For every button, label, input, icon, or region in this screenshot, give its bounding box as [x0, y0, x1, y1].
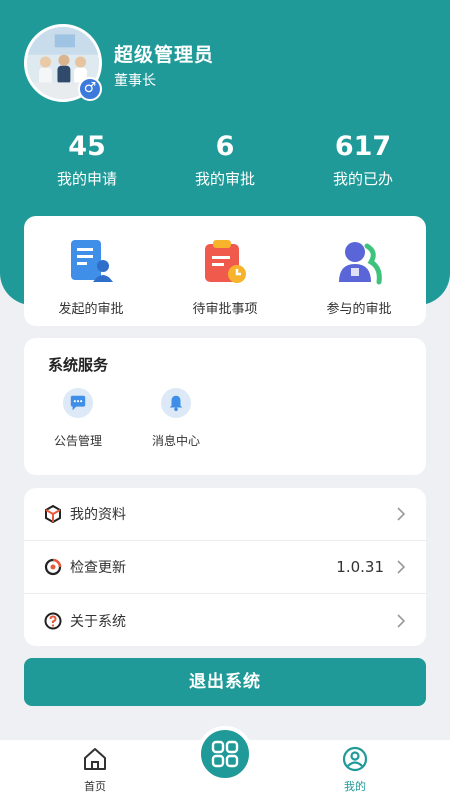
- bell-icon: [161, 388, 191, 418]
- stat-my-applications[interactable]: 45 我的申请: [27, 130, 147, 189]
- section-title: 系统服务: [48, 356, 109, 374]
- service-announcements[interactable]: 公告管理: [38, 388, 118, 449]
- stat-label: 我的申请: [56, 170, 117, 188]
- stat-my-approvals[interactable]: 6 我的审批: [165, 130, 285, 189]
- logout-button[interactable]: 退出系统: [24, 658, 426, 706]
- tab-label: 首页: [84, 780, 106, 793]
- quick-action-pending[interactable]: 待审批事项: [165, 238, 285, 326]
- document-user-icon: [67, 238, 115, 286]
- stats-row: 45 我的申请 6 我的审批 617 我的已办: [0, 130, 450, 189]
- stat-value: 6: [215, 131, 235, 162]
- tab-label: 我的: [344, 780, 366, 793]
- quick-action-label: 发起的审批: [58, 302, 124, 317]
- clipboard-clock-icon: [201, 238, 249, 286]
- question-icon: [44, 612, 62, 630]
- service-label: 公告管理: [53, 434, 102, 448]
- stat-my-done[interactable]: 617 我的已办: [303, 130, 423, 189]
- system-services-card: 系统服务 公告管理 消息中心: [24, 338, 426, 475]
- menu-label: 我的资料: [70, 507, 126, 523]
- menu-item-check-update[interactable]: 检查更新 1.0.31: [24, 541, 426, 594]
- quick-action-participated[interactable]: 参与的审批: [299, 238, 419, 326]
- version-number: 1.0.31: [336, 558, 384, 576]
- stat-label: 我的审批: [194, 170, 255, 188]
- menu-label: 检查更新: [70, 560, 126, 576]
- male-gender-icon: ♂: [78, 77, 102, 101]
- chevron-right-icon: [396, 506, 406, 522]
- stat-value: 45: [68, 131, 106, 162]
- grid-icon: [211, 740, 239, 768]
- quick-action-label: 参与的审批: [326, 302, 392, 317]
- quick-action-initiated[interactable]: 发起的审批: [31, 238, 151, 326]
- menu-label: 关于系统: [70, 613, 126, 630]
- refresh-icon: [44, 558, 62, 576]
- tab-mine[interactable]: 我的: [325, 746, 385, 794]
- quick-action-label: 待审批事项: [192, 302, 258, 317]
- settings-menu: 我的资料 检查更新 1.0.31 关于系统: [24, 488, 426, 646]
- stat-label: 我的已办: [332, 170, 393, 188]
- service-label: 消息中心: [151, 434, 200, 448]
- chat-bubble-icon: [63, 388, 93, 418]
- service-message-center[interactable]: 消息中心: [136, 388, 216, 449]
- grid-menu-button[interactable]: [197, 726, 253, 782]
- menu-item-about-system[interactable]: 关于系统: [24, 594, 426, 647]
- cube-icon: [44, 504, 62, 524]
- tab-home[interactable]: 首页: [65, 746, 125, 794]
- menu-item-my-profile[interactable]: 我的资料: [24, 488, 426, 541]
- stat-value: 617: [334, 131, 392, 162]
- user-name: 超级管理员: [114, 44, 215, 66]
- quick-actions-card: 发起的审批 待审批事项 参与的审批: [24, 216, 426, 326]
- chevron-right-icon: [396, 613, 406, 629]
- home-icon: [84, 748, 106, 770]
- people-icon: [335, 238, 383, 286]
- user-circle-icon: [342, 746, 368, 772]
- user-role: 董事长: [114, 73, 156, 89]
- chevron-right-icon: [396, 559, 406, 575]
